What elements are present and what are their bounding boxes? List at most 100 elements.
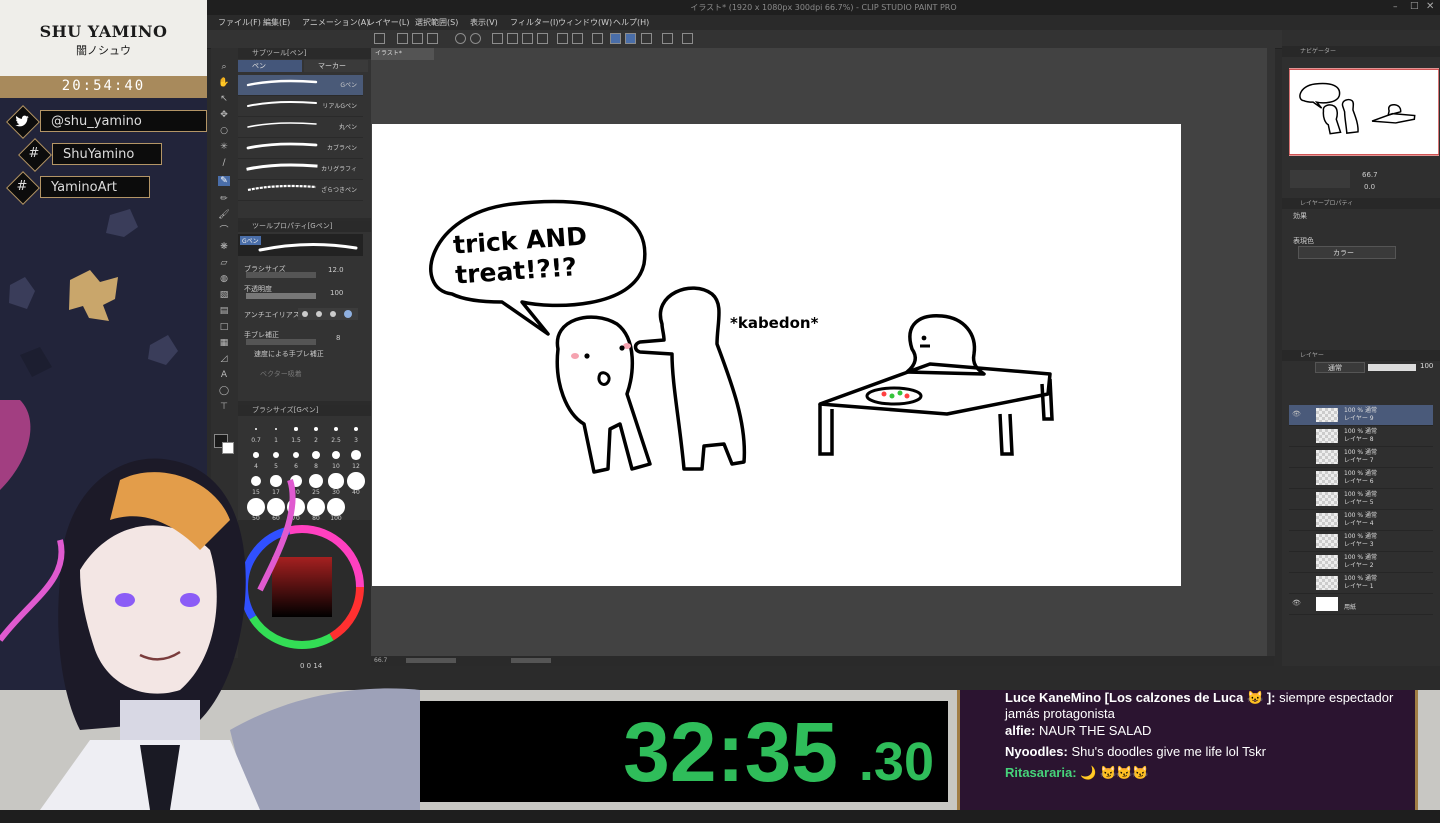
blend-tool-icon[interactable]: ◍ xyxy=(218,274,230,284)
open-icon[interactable] xyxy=(397,33,408,44)
redo-icon[interactable] xyxy=(470,33,481,44)
wand-tool-icon[interactable]: ✳ xyxy=(218,142,230,152)
vector-snap-label[interactable]: ベクター吸着 xyxy=(260,369,302,379)
brush-size-slider[interactable] xyxy=(246,272,316,278)
menu-filter[interactable]: フィルター(I) xyxy=(510,15,558,30)
decoration-tool-icon[interactable]: ❋ xyxy=(218,242,230,252)
brush-kabura-pen[interactable]: カブラペン xyxy=(238,138,363,159)
settings-icon[interactable] xyxy=(662,33,673,44)
operation-tool-icon[interactable]: ↖ xyxy=(218,94,230,104)
eraser-tool-icon[interactable]: ▱ xyxy=(218,258,230,268)
brush-g-pen[interactable]: Gペン xyxy=(238,75,363,96)
navigator-thumbnail[interactable] xyxy=(1288,68,1440,156)
tab-marker[interactable]: マーカー xyxy=(304,60,368,72)
balloon-tool-icon[interactable]: ◯ xyxy=(218,386,230,396)
undo-icon[interactable] xyxy=(455,33,466,44)
gradient-tool-icon[interactable]: ▤ xyxy=(218,306,230,316)
layer-row[interactable]: 100 % 通常 レイヤー 6 xyxy=(1289,468,1433,489)
layer-row[interactable]: 👁 用紙 xyxy=(1289,594,1433,615)
brush-round-pen[interactable]: 丸ペン xyxy=(238,117,363,138)
snap-special-ruler-icon[interactable] xyxy=(625,33,636,44)
hand-tool-icon[interactable]: ✋ xyxy=(218,78,230,88)
opacity-slider[interactable] xyxy=(246,293,316,299)
layer-row[interactable]: 100 % 通常 レイヤー 5 xyxy=(1289,489,1433,510)
layer-row[interactable]: 100 % 通常 レイヤー 8 xyxy=(1289,426,1433,447)
drawing-canvas[interactable]: trick AND treat!?!? *kabedon* xyxy=(372,124,1181,586)
minimize-button[interactable]: – xyxy=(1393,2,1398,12)
menu-file[interactable]: ファイル(F) xyxy=(218,15,261,30)
canvas-scrollbar[interactable] xyxy=(1267,48,1275,656)
layer-row[interactable]: 👁 100 % 通常 レイヤー 9 xyxy=(1289,405,1433,426)
rotate-slider[interactable] xyxy=(511,658,551,663)
menu-animation[interactable]: アニメーション(A) xyxy=(302,15,369,30)
lasso-tool-icon[interactable]: ○ xyxy=(218,126,230,136)
tab-pen[interactable]: ペン xyxy=(238,60,302,72)
speed-stabilization-label[interactable]: 速度による手ブレ補正 xyxy=(254,349,324,359)
new-file-icon[interactable] xyxy=(374,33,385,44)
transform-icon[interactable] xyxy=(522,33,533,44)
layer-opacity-value[interactable]: 100 xyxy=(1420,362,1433,370)
save-icon[interactable] xyxy=(412,33,423,44)
menu-help[interactable]: ヘルプ(H) xyxy=(613,15,649,30)
layer-thumbnail xyxy=(1316,597,1338,611)
layer-row[interactable]: 100 % 通常 レイヤー 7 xyxy=(1289,447,1433,468)
menu-edit[interactable]: 編集(E) xyxy=(263,15,290,30)
navigator-mini-preview[interactable] xyxy=(1290,170,1350,188)
pencil-tool-icon[interactable]: ✏ xyxy=(218,194,230,204)
eye-icon[interactable]: 👁 xyxy=(1292,410,1301,418)
expression-color-label: 表現色 xyxy=(1293,237,1314,245)
blend-mode-select[interactable]: 通常 xyxy=(1315,362,1365,373)
document-tab[interactable]: イラスト* xyxy=(371,48,434,60)
navigator-rotation[interactable]: 0.0 xyxy=(1364,183,1375,191)
menu-view[interactable]: 表示(V) xyxy=(470,15,498,30)
maximize-button[interactable]: □ xyxy=(1410,1,1419,11)
navigator-zoom[interactable]: 66.7 xyxy=(1362,171,1378,179)
close-button[interactable]: ✕ xyxy=(1426,1,1434,12)
brush-calligraphy[interactable]: カリグラフィ xyxy=(238,159,363,180)
layer-row[interactable]: 100 % 通常 レイヤー 4 xyxy=(1289,510,1433,531)
brush-rough-pen[interactable]: ざらつきペン xyxy=(238,180,363,201)
text-tool-icon[interactable]: A xyxy=(218,370,230,380)
snap-grid-icon[interactable] xyxy=(641,33,652,44)
pen-tool-icon[interactable]: ✎ xyxy=(218,176,230,186)
help-icon[interactable] xyxy=(682,33,693,44)
layer-row[interactable]: 100 % 通常 レイヤー 2 xyxy=(1289,552,1433,573)
move-tool-icon[interactable]: ✥ xyxy=(218,110,230,120)
chat-user: Nyoodles: xyxy=(1005,744,1068,759)
selection-border-icon[interactable] xyxy=(592,33,603,44)
clear-icon[interactable] xyxy=(492,33,503,44)
layer-row[interactable]: 100 % 通常 レイヤー 1 xyxy=(1289,573,1433,594)
brush-tool-icon[interactable]: 🖌 xyxy=(218,210,230,220)
social-hashtag-2: YaminoArt xyxy=(40,176,150,198)
export-icon[interactable] xyxy=(427,33,438,44)
layer-thumbnail xyxy=(1316,513,1338,527)
airbrush-tool-icon[interactable]: ⌒ xyxy=(218,226,230,236)
zoom-tool-icon[interactable]: ⌕ xyxy=(218,62,230,72)
invert-select-icon[interactable] xyxy=(572,33,583,44)
layer-opacity-slider[interactable] xyxy=(1368,364,1416,371)
fill-tool-icon[interactable]: ▧ xyxy=(218,290,230,300)
eyedropper-tool-icon[interactable]: ∕ xyxy=(218,158,230,168)
layer-name: レイヤー 1 xyxy=(1344,583,1374,590)
frame-tool-icon[interactable]: ▦ xyxy=(218,338,230,348)
antialias-selector[interactable] xyxy=(298,308,358,320)
chat-text: Shu's doodles give me life lol Tskr xyxy=(1071,744,1266,759)
crop-icon[interactable] xyxy=(537,33,548,44)
stabilization-value[interactable]: 8 xyxy=(336,334,340,342)
figure-tool-icon[interactable]: □ xyxy=(218,322,230,332)
ruler-tool-icon[interactable]: ◿ xyxy=(218,354,230,364)
brush-size-value[interactable]: 12.0 xyxy=(328,266,344,274)
brush-real-g-pen[interactable]: リアルGペン xyxy=(238,96,363,117)
eye-icon[interactable]: 👁 xyxy=(1292,599,1301,607)
expression-color-select[interactable]: カラー xyxy=(1298,246,1396,259)
opacity-value[interactable]: 100 xyxy=(330,289,343,297)
layer-row[interactable]: 100 % 通常 レイヤー 3 xyxy=(1289,531,1433,552)
menu-layer[interactable]: レイヤー(L) xyxy=(367,15,409,30)
menu-window[interactable]: ウィンドウ(W) xyxy=(558,15,612,30)
select-none-icon[interactable] xyxy=(557,33,568,44)
snap-ruler-icon[interactable] xyxy=(610,33,621,44)
fill-icon[interactable] xyxy=(507,33,518,44)
layer-name: レイヤー 3 xyxy=(1344,541,1374,548)
stabilization-slider[interactable] xyxy=(246,339,316,345)
menu-selection[interactable]: 選択範囲(S) xyxy=(415,15,458,30)
